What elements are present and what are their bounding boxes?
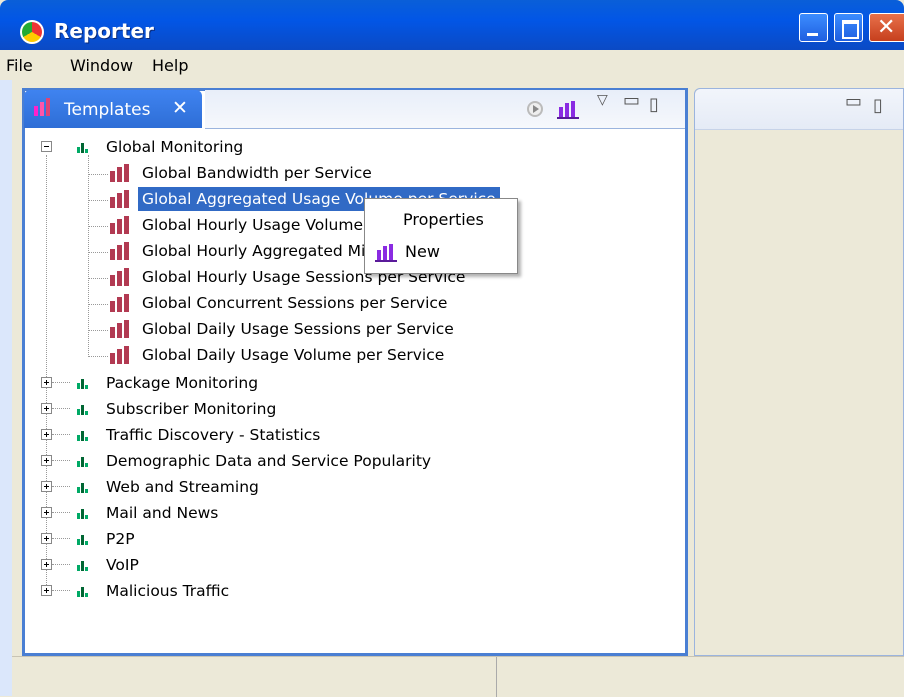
secondary-panel-header: ▭ ▯	[695, 89, 903, 130]
category-chart-icon	[77, 535, 88, 545]
expand-toggle[interactable]	[41, 481, 52, 492]
tree-line	[88, 226, 108, 227]
expand-toggle[interactable]	[41, 455, 52, 466]
category-chart-icon	[77, 483, 88, 493]
tree-line	[52, 408, 70, 409]
category-chart-icon	[77, 379, 88, 389]
tree-group[interactable]: Package Monitoring	[106, 371, 258, 395]
maximize-icon	[842, 20, 859, 39]
expand-toggle[interactable]	[41, 585, 52, 596]
minimize-button[interactable]	[799, 13, 828, 42]
category-chart-icon	[77, 561, 88, 571]
window-title: Reporter	[54, 19, 154, 43]
expand-toggle[interactable]	[41, 377, 52, 388]
panel-toolbar: ▽ ▭ ▯	[205, 90, 685, 129]
template-item[interactable]: Global Hourly Aggregated Mi	[142, 239, 365, 263]
tree-group[interactable]: Traffic Discovery - Statistics	[106, 423, 320, 447]
expand-toggle[interactable]	[41, 429, 52, 440]
tab-close-icon[interactable]: ✕	[172, 97, 188, 119]
template-item[interactable]: Global Daily Usage Sessions per Service	[142, 317, 454, 341]
tab-templates[interactable]: Templates ✕	[24, 90, 202, 128]
tree-line	[52, 434, 70, 435]
category-chart-icon	[77, 143, 88, 153]
close-button[interactable]: ✕	[869, 13, 904, 42]
expand-toggle[interactable]	[41, 559, 52, 570]
app-icon	[20, 20, 44, 44]
report-icon	[110, 268, 129, 286]
context-item-new[interactable]: New	[405, 242, 440, 261]
menu-bar: File Window Help	[0, 50, 904, 80]
template-item[interactable]: Global Hourly Usage Volume	[142, 213, 363, 237]
category-chart-icon	[77, 509, 88, 519]
expand-toggle[interactable]	[41, 507, 52, 518]
tree-line	[52, 382, 70, 383]
tree-line	[88, 330, 108, 331]
view-menu-icon[interactable]: ▽	[597, 92, 608, 108]
tree-line	[52, 512, 70, 513]
category-chart-icon	[77, 431, 88, 441]
category-chart-icon	[77, 405, 88, 415]
templates-icon	[34, 98, 50, 116]
minimize-icon[interactable]: ▭	[623, 90, 640, 111]
category-chart-icon	[77, 587, 88, 597]
expand-toggle[interactable]	[41, 403, 52, 414]
template-item[interactable]: Global Bandwidth per Service	[142, 161, 372, 185]
tree-group[interactable]: Subscriber Monitoring	[106, 397, 276, 421]
tree-group[interactable]: Malicious Traffic	[106, 579, 229, 603]
template-item[interactable]: Global Concurrent Sessions per Service	[142, 291, 447, 315]
report-icon	[110, 346, 129, 364]
category-chart-icon	[77, 457, 88, 467]
tree-line	[88, 155, 89, 355]
expand-toggle[interactable]	[41, 533, 52, 544]
tree-line	[88, 304, 108, 305]
tree-line	[52, 564, 70, 565]
minimize-icon	[807, 33, 818, 36]
run-icon[interactable]	[525, 99, 545, 124]
secondary-panel: ▭ ▯	[694, 88, 904, 656]
tab-templates-label: Templates	[64, 100, 151, 120]
context-menu: Properties New	[364, 198, 518, 274]
tree-line	[52, 486, 70, 487]
close-icon: ✕	[877, 15, 896, 40]
report-icon	[110, 216, 129, 234]
menu-file[interactable]: File	[6, 56, 33, 75]
maximize-icon[interactable]: ▯	[873, 95, 883, 116]
report-icon	[110, 164, 129, 182]
menu-help[interactable]: Help	[152, 56, 188, 75]
status-bar	[12, 656, 904, 697]
tree-line	[52, 460, 70, 461]
new-chart-icon	[375, 244, 397, 262]
template-tree: Global Monitoring Global Bandwidth per S…	[30, 133, 682, 650]
tree-line	[88, 200, 108, 201]
window-left-edge	[0, 80, 12, 696]
tree-group[interactable]: VoIP	[106, 553, 139, 577]
tree-line	[88, 174, 108, 175]
report-icon	[110, 320, 129, 338]
template-item[interactable]: Global Daily Usage Volume per Service	[142, 343, 444, 367]
maximize-icon[interactable]: ▯	[649, 94, 659, 115]
tree-group[interactable]: Mail and News	[106, 501, 218, 525]
report-icon	[110, 190, 129, 208]
tree-line	[88, 356, 108, 357]
tree-line	[46, 155, 47, 595]
tree-line	[88, 278, 108, 279]
context-item-properties[interactable]: Properties	[403, 210, 484, 229]
tree-line	[88, 252, 108, 253]
maximize-button[interactable]	[834, 13, 863, 42]
menu-window[interactable]: Window	[70, 56, 133, 75]
report-icon	[110, 294, 129, 312]
title-bar[interactable]: Reporter ✕	[0, 0, 904, 50]
tree-line	[52, 590, 70, 591]
minimize-icon[interactable]: ▭	[845, 91, 862, 112]
tree-line	[52, 538, 70, 539]
tree-group-global-monitoring[interactable]: Global Monitoring	[106, 135, 243, 159]
tree-group[interactable]: P2P	[106, 527, 135, 551]
collapse-toggle[interactable]	[41, 141, 52, 152]
status-divider	[496, 657, 497, 697]
chart-icon[interactable]	[557, 99, 579, 124]
tree-group[interactable]: Web and Streaming	[106, 475, 259, 499]
report-icon	[110, 242, 129, 260]
tree-group[interactable]: Demographic Data and Service Popularity	[106, 449, 431, 473]
